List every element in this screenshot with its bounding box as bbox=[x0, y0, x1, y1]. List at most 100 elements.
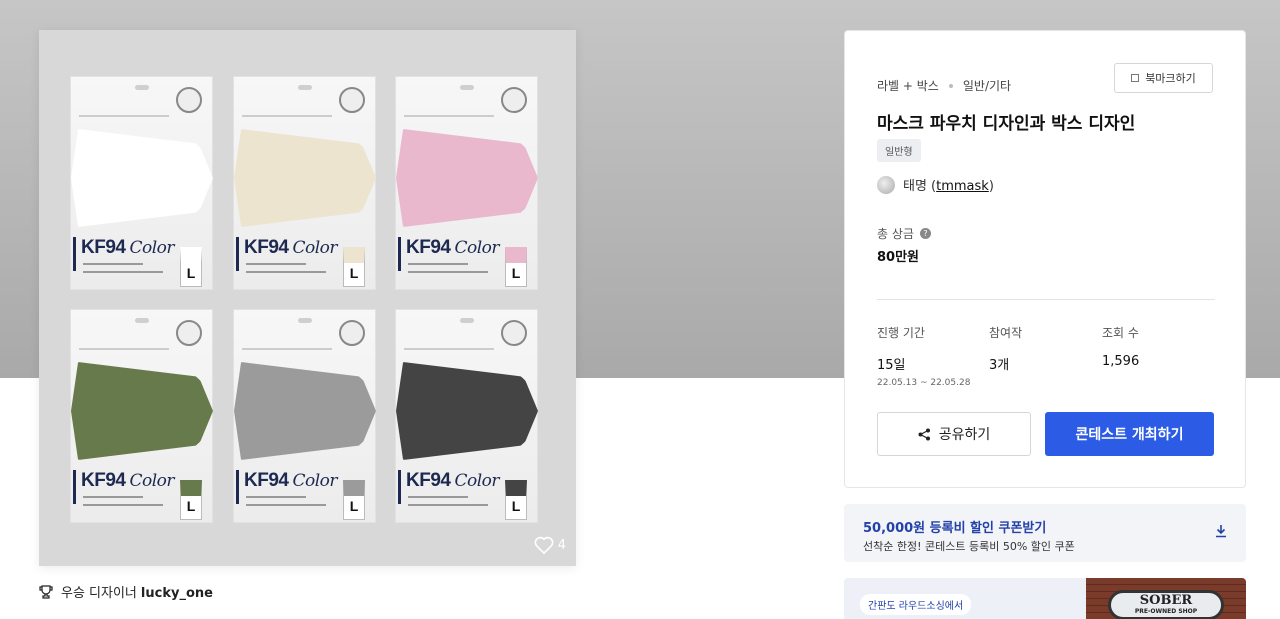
brand-text: KF94 bbox=[244, 237, 289, 258]
period-label: 진행 기간 bbox=[877, 326, 925, 340]
category-main[interactable]: 라벨 + 박스 bbox=[877, 77, 939, 94]
brand-script: Color bbox=[129, 471, 175, 491]
host-id-link[interactable]: tmmask bbox=[936, 179, 989, 194]
stat-views: 조회 수 1,596 bbox=[1102, 324, 1139, 369]
mask-pouch: KF94 Color L bbox=[233, 309, 376, 523]
excellent-seal-icon bbox=[176, 87, 202, 113]
excellent-seal-icon bbox=[339, 320, 365, 346]
coupon-banner[interactable]: 50,000원 등록비 할인 쿠폰받기 선착순 한정! 콘테스트 등록비 50%… bbox=[844, 504, 1246, 562]
signage-ad-banner[interactable]: 간판도 라우드소싱에서 SOBER PRE-OWNED SHOP bbox=[844, 578, 1246, 619]
pouch-brand: KF94 Color bbox=[81, 470, 175, 492]
share-button[interactable]: 공유하기 bbox=[877, 412, 1031, 456]
views-label: 조회 수 bbox=[1102, 326, 1139, 340]
brand-script: Color bbox=[292, 471, 338, 491]
like-count: 4 bbox=[557, 537, 566, 553]
mask-pouch: KF94 Color L bbox=[395, 309, 538, 523]
mask-pouch: KF94 Color L bbox=[70, 309, 213, 523]
host-avatar bbox=[877, 175, 895, 194]
size-tag: L bbox=[180, 247, 202, 287]
small-print bbox=[83, 263, 143, 265]
mask-image bbox=[71, 129, 213, 227]
size-tag: L bbox=[343, 247, 365, 287]
brand-text: KF94 bbox=[81, 237, 126, 258]
help-icon[interactable]: ? bbox=[919, 228, 931, 239]
stat-entries: 참여작 3개 bbox=[989, 324, 1022, 373]
period-value: 15일 bbox=[877, 358, 906, 373]
pouch-brand: KF94 Color bbox=[406, 237, 500, 259]
accent-bar bbox=[73, 237, 76, 271]
size-tag: L bbox=[505, 247, 527, 287]
like-counter[interactable]: 4 bbox=[534, 536, 566, 554]
hang-hole bbox=[460, 85, 474, 90]
category-breadcrumb: 라벨 + 박스 일반/기타 bbox=[877, 77, 1011, 94]
hang-hole bbox=[298, 318, 312, 323]
excellent-seal-icon bbox=[501, 320, 527, 346]
brand-script: Color bbox=[129, 238, 175, 258]
contest-host: 태명 (tmmask) bbox=[877, 175, 994, 194]
small-print bbox=[246, 263, 306, 265]
hang-hole bbox=[135, 85, 149, 90]
winner-label: 우승 디자이너 bbox=[61, 586, 137, 601]
mask-image bbox=[396, 129, 538, 227]
banner-image: SOBER PRE-OWNED SHOP bbox=[1086, 578, 1246, 619]
download-icon[interactable] bbox=[1214, 524, 1228, 538]
share-icon bbox=[918, 428, 930, 440]
views-value: 1,596 bbox=[1102, 354, 1140, 369]
hang-hole bbox=[298, 85, 312, 90]
small-print bbox=[246, 496, 306, 498]
host-name: 태명 ( bbox=[903, 179, 937, 194]
host-paren: ) bbox=[988, 179, 994, 194]
stat-period: 진행 기간 15일 22.05.13 ~ 22.05.28 bbox=[877, 324, 970, 388]
host-contest-button[interactable]: 콘테스트 개최하기 bbox=[1045, 412, 1214, 456]
sign-subtext: PRE-OWNED SHOP bbox=[1134, 608, 1198, 615]
bookmark-button[interactable]: 북마크하기 bbox=[1114, 63, 1213, 93]
small-print bbox=[246, 504, 326, 506]
small-print bbox=[242, 115, 332, 117]
pouch-brand: KF94 Color bbox=[244, 237, 338, 259]
brand-script: Color bbox=[454, 238, 500, 258]
small-print bbox=[79, 115, 169, 117]
pouch-brand: KF94 Color bbox=[81, 237, 175, 259]
small-print bbox=[404, 115, 494, 117]
prize-label-text: 총 상금 bbox=[877, 227, 914, 241]
contest-info-card: 라벨 + 박스 일반/기타 북마크하기 마스크 파우치 디자인과 박스 디자인 … bbox=[844, 30, 1246, 488]
mask-pouch: KF94 Color L bbox=[395, 76, 538, 290]
accent-bar bbox=[236, 237, 239, 271]
small-print bbox=[408, 271, 488, 273]
bookmark-icon bbox=[1131, 74, 1140, 82]
excellent-seal-icon bbox=[176, 320, 202, 346]
period-range: 22.05.13 ~ 22.05.28 bbox=[877, 378, 971, 388]
banner-pill: 간판도 라우드소싱에서 bbox=[860, 594, 972, 615]
small-print bbox=[79, 348, 169, 350]
small-print bbox=[83, 496, 143, 498]
divider bbox=[877, 299, 1215, 300]
size-tag: L bbox=[505, 480, 527, 520]
contest-type-badge: 일반형 bbox=[877, 139, 921, 162]
brand-text: KF94 bbox=[244, 470, 289, 491]
prize-label: 총 상금 ? bbox=[877, 225, 931, 242]
accent-bar bbox=[236, 470, 239, 504]
contest-hero-image[interactable]: KF94 Color L KF94 Color L KF94 Color L KF94 Color L… bbox=[39, 30, 576, 566]
share-label: 공유하기 bbox=[938, 427, 991, 443]
heart-icon[interactable] bbox=[534, 536, 554, 554]
hang-hole bbox=[460, 318, 474, 323]
trophy-icon bbox=[39, 584, 53, 599]
winner-designer: 우승 디자이너 lucky_one bbox=[39, 582, 213, 601]
mask-image bbox=[234, 129, 376, 227]
brand-script: Color bbox=[454, 471, 500, 491]
accent-bar bbox=[398, 470, 401, 504]
brand-text: KF94 bbox=[406, 470, 451, 491]
small-print bbox=[408, 263, 468, 265]
small-print bbox=[83, 504, 163, 506]
mask-image bbox=[71, 362, 213, 460]
mask-pouch: KF94 Color L bbox=[233, 76, 376, 290]
size-tag: L bbox=[180, 480, 202, 520]
coupon-title: 50,000원 등록비 할인 쿠폰받기 bbox=[863, 521, 1047, 536]
category-sub[interactable]: 일반/기타 bbox=[963, 77, 1011, 94]
hang-hole bbox=[135, 318, 149, 323]
entries-value: 3개 bbox=[989, 358, 1010, 373]
contest-title: 마스크 파우치 디자인과 박스 디자인 bbox=[877, 114, 1136, 134]
mask-image bbox=[396, 362, 538, 460]
small-print bbox=[404, 348, 494, 350]
winner-name[interactable]: lucky_one bbox=[141, 586, 213, 601]
